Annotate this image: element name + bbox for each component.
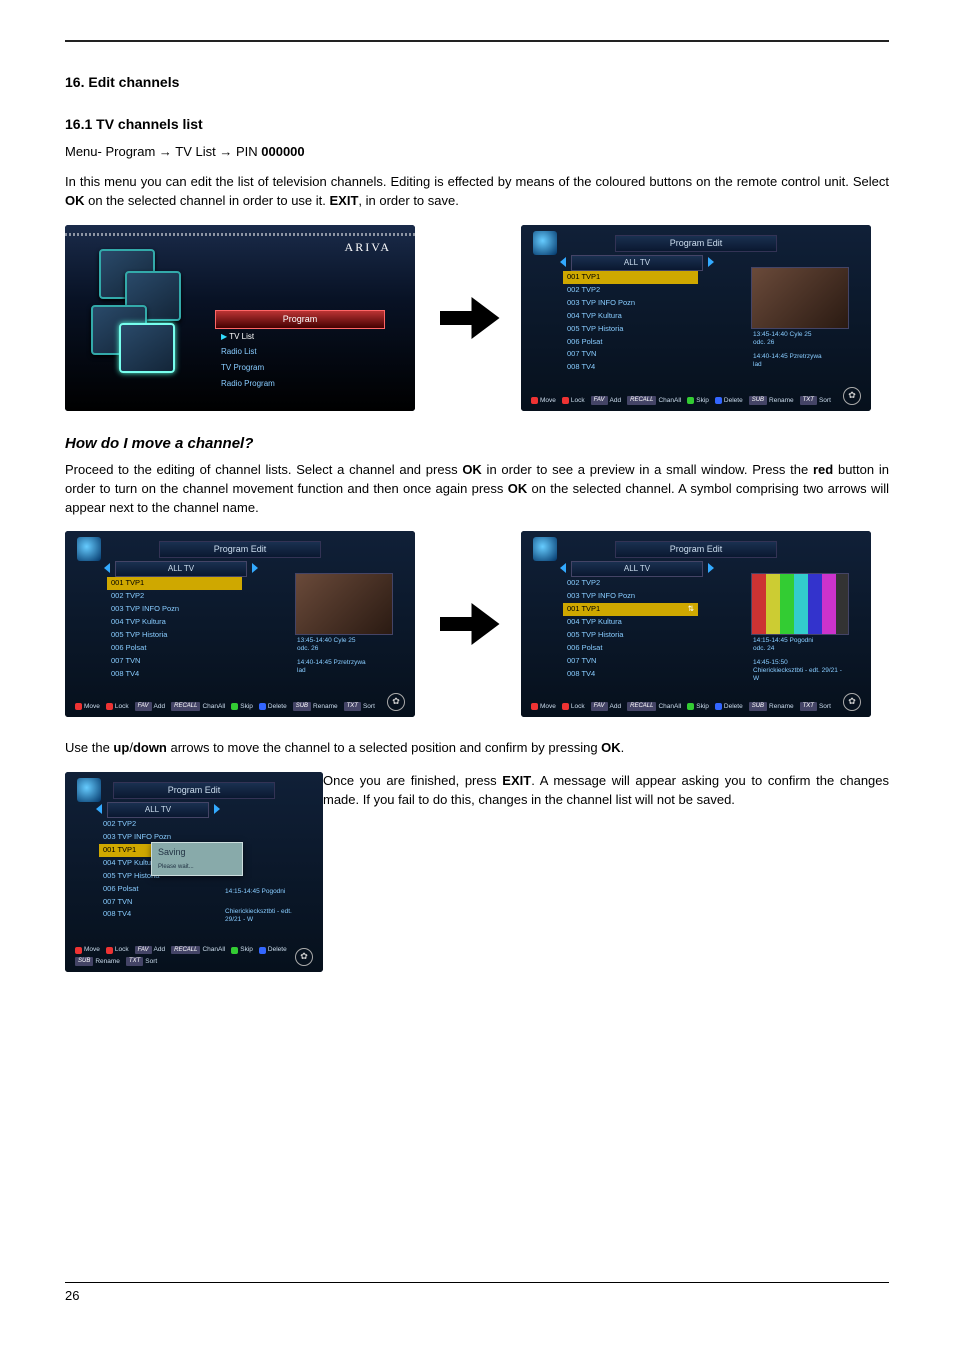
screenshot-program-edit-2: Program Edit ALL TV 001 TVP1 002 TVP2 00… (65, 531, 415, 717)
channel-row: 007 TVN (563, 348, 698, 361)
section-title: 16. Edit channels (65, 72, 889, 92)
move-icon: ⇅ (688, 604, 694, 615)
breadcrumb-pin: 000000 (261, 144, 304, 159)
channel-row: 008 TV4 (563, 361, 698, 374)
brand-logo: ARIVA (345, 239, 391, 256)
move-paragraph: Proceed to the editing of channel lists.… (65, 461, 889, 518)
preview-window (751, 573, 849, 635)
globe-icon (533, 231, 557, 255)
globe-icon (77, 778, 101, 802)
menu-title: Program (215, 310, 385, 329)
channel-row: 003 TVP INFO Pozn (563, 297, 698, 310)
sat-icon: ✿ (843, 387, 861, 405)
breadcrumb-path: Menu- Program → TV List → PIN (65, 144, 261, 159)
breadcrumb: Menu- Program → TV List → PIN 000000 (65, 143, 889, 162)
arrow-right-icon (433, 283, 503, 353)
channel-row: 006 Polsat (563, 336, 698, 349)
preview-window (295, 573, 393, 635)
program-edit-title: Program Edit (615, 235, 777, 252)
screenshot-row-2: Program Edit ALL TV 001 TVP1 002 TVP2 00… (65, 531, 889, 717)
screenshot-saving: Program Edit ALL TV 002 TVP2 003 TVP INF… (65, 772, 323, 972)
epg-next: 14:40-14:45 Pzretrzywalad (753, 353, 849, 369)
subsection-title: 16.1 TV channels list (65, 114, 889, 134)
use-arrows-paragraph: Use the up/down arrows to move the chann… (65, 739, 889, 758)
legend-bar: Move Lock FAVAdd RECALLChanAll Skip Dele… (531, 396, 861, 405)
channel-row: 004 TVP Kultura (563, 310, 698, 323)
globe-icon (533, 537, 557, 561)
channel-row: 002 TVP2 (563, 284, 698, 297)
screenshot-program-edit-1: Program Edit ALL TV 001 TVP1 002 TVP2 00… (521, 225, 871, 411)
saving-popup: Saving Please wait... (151, 842, 243, 876)
channel-row-moving: 001 TVP1⇅ (563, 603, 698, 616)
arrow-right-icon (433, 589, 503, 659)
category-selector: ALL TV (571, 255, 703, 271)
channel-row: 001 TVP1 (107, 577, 242, 590)
how-to-heading: How do I move a channel? (65, 433, 889, 455)
menu-item: Radio List (215, 344, 385, 360)
header-rule (65, 40, 889, 42)
menu-item: TV List (215, 329, 385, 345)
screenshot-program-edit-3: Program Edit ALL TV 002 TVP2 003 TVP INF… (521, 531, 871, 717)
page-number: 26 (65, 1282, 889, 1306)
saving-title: Saving (158, 846, 236, 859)
intro-paragraph: In this menu you can edit the list of te… (65, 173, 889, 211)
screenshot-row-1: ARIVA Program TV List Radio List TV Prog… (65, 225, 889, 411)
epg-now: 13:45-14:40 Cyle 25odc. 26 (753, 331, 849, 347)
screenshot-main-menu: ARIVA Program TV List Radio List TV Prog… (65, 225, 415, 411)
menu-item: TV Program (215, 360, 385, 376)
preview-window (751, 267, 849, 329)
channel-list: 001 TVP1 002 TVP2 003 TVP INFO Pozn 004 … (563, 271, 698, 374)
menu-item: Radio Program (215, 376, 385, 392)
globe-icon (77, 537, 101, 561)
channel-row: 001 TVP1 (563, 271, 698, 284)
chevron-right-icon (708, 257, 714, 267)
screenshot-row-3: Program Edit ALL TV 002 TVP2 003 TVP INF… (65, 772, 889, 972)
channel-row: 005 TVP Historia (563, 323, 698, 336)
saving-wait: Please wait... (158, 863, 236, 872)
chevron-left-icon (560, 257, 566, 267)
